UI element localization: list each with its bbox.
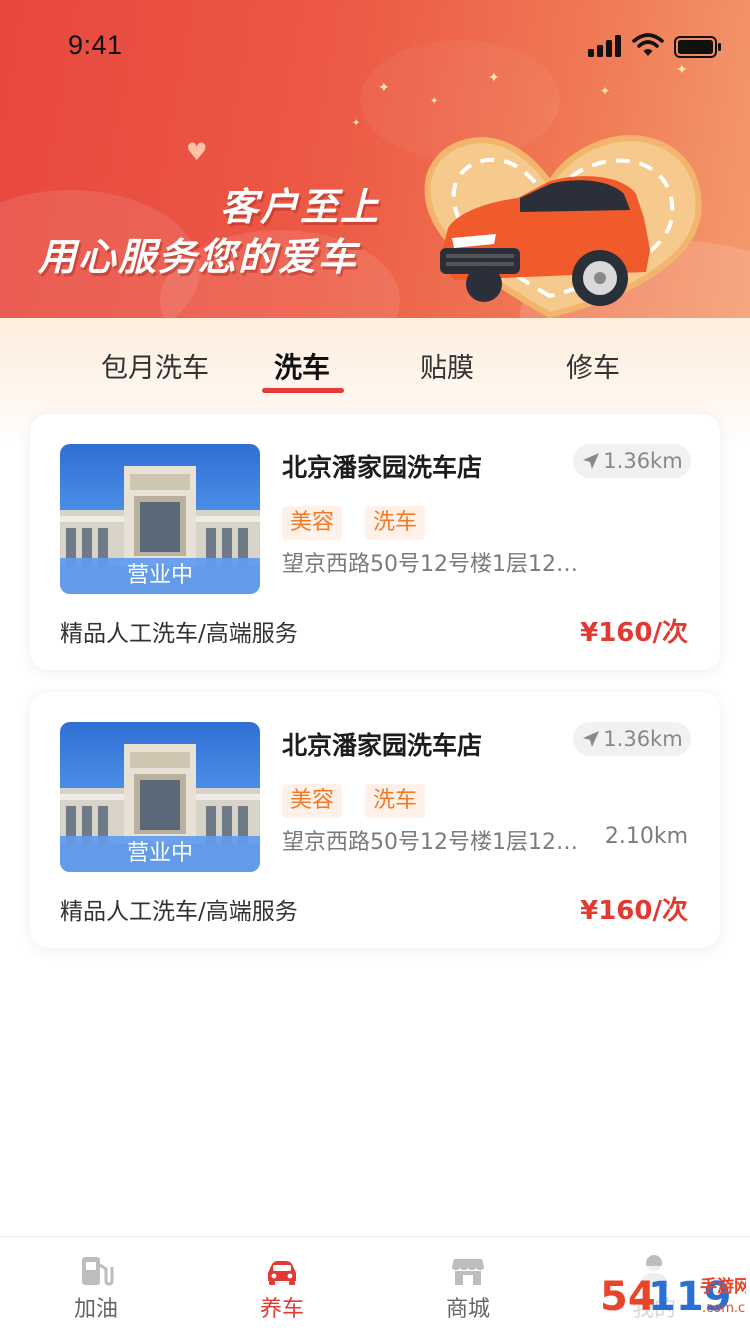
banner-slogan-line2: 用心服务您的爱车 [38,235,359,279]
store-card[interactable]: 营业中 北京潘家园洗车店 1.36km 美容 洗车 望京西路50号12号楼1层1… [30,692,720,948]
navigation-arrow-icon [583,453,600,469]
tabbar-label: 养车 [259,1297,304,1322]
status-bar: 9:41 [0,0,750,96]
open-status-label: 营业中 [60,836,260,872]
status-time: 9:41 [68,30,123,60]
price: ¥160/次 [580,618,688,648]
service-description: 精品人工洗车/高端服务 [60,899,298,925]
store-photo: 营业中 [60,444,260,594]
price: ¥160/次 [580,896,688,926]
distance-text: 1.36km [603,449,683,473]
tab-car-repair[interactable]: 修车 [566,346,620,385]
small-heart-icon: ♥ [186,138,208,166]
tabbar-item-car-care[interactable]: 养车 [222,1237,342,1335]
tag-wash: 洗车 [365,784,426,818]
battery-icon [674,36,721,58]
svg-text:.com.cn: .com.cn [702,1301,746,1316]
header-banner: ✦ ✦ ✦ ✦ ✦ ✦ ♥ 9:41 客户至上 用心服务您的爱车 [0,0,750,318]
open-status-label: 营业中 [60,558,260,594]
navigation-arrow-icon [583,731,600,747]
distance-text: 1.36km [603,727,683,751]
store-card[interactable]: 营业中 北京潘家园洗车店 1.36km 美容 洗车 望京西路50号12号楼1层1… [30,414,720,670]
banner-slogan-line1: 客户至上 [220,185,381,229]
active-tab-indicator [262,388,344,393]
tabbar-label: 加油 [73,1297,118,1322]
wifi-icon [632,33,664,56]
tag-beauty: 美容 [282,506,343,540]
distance-badge: 1.36km [573,722,691,756]
store-name: 北京潘家园洗车店 [282,453,483,482]
store-icon [452,1259,484,1285]
store-name: 北京潘家园洗车店 [282,731,483,760]
cellular-signal-icon [588,35,621,57]
service-description: 精品人工洗车/高端服务 [60,621,298,647]
tag-beauty: 美容 [282,784,343,818]
tab-monthly-wash[interactable]: 包月洗车 [101,346,209,385]
tab-window-film[interactable]: 贴膜 [420,346,474,385]
distance-badge: 1.36km [573,444,691,478]
store-address: 望京西路50号12号楼1层12… [282,552,578,577]
svg-text:手游网: 手游网 [700,1276,746,1297]
site-watermark-logo: 54 119 手游网 .com.cn [596,1266,746,1332]
sparkle-icon: ✦ [430,96,439,107]
car-icon [268,1261,296,1285]
tabbar-item-fuel[interactable]: 加油 [36,1237,156,1335]
address-distance: 2.10km [604,824,688,849]
tabbar-label: 商城 [445,1297,490,1322]
heart-car-illustration [424,135,702,318]
sparkle-icon: ✦ [352,118,361,129]
tag-wash: 洗车 [365,506,426,540]
store-photo: 营业中 [60,722,260,872]
store-address: 望京西路50号12号楼1层12… [282,830,578,855]
fuel-pump-icon [82,1257,114,1286]
tab-car-wash[interactable]: 洗车 [274,346,330,386]
tabbar-item-store[interactable]: 商城 [408,1237,528,1335]
